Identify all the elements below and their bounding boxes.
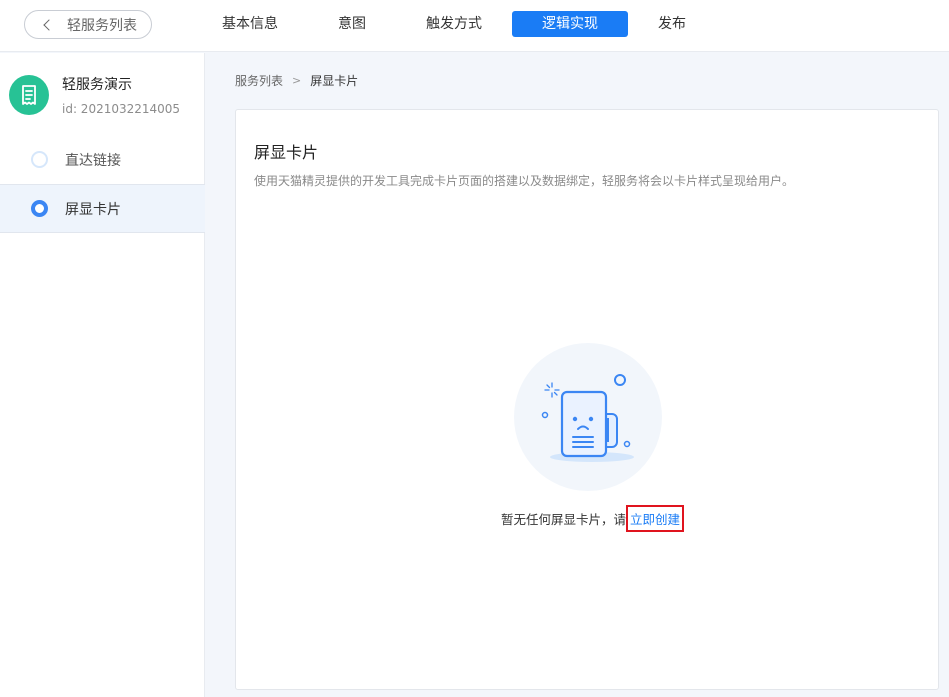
screen-card-panel: 屏显卡片 使用天猫精灵提供的开发工具完成卡片页面的搭建以及数据绑定，轻服务将会以… bbox=[235, 109, 939, 690]
tab-trigger-method[interactable]: 触发方式 bbox=[416, 11, 492, 37]
back-button-label: 轻服务列表 bbox=[67, 17, 137, 34]
breadcrumb-parent-link[interactable]: 服务列表 bbox=[235, 72, 283, 89]
tab-intent[interactable]: 意图 bbox=[314, 11, 390, 37]
create-now-link[interactable]: 立即创建 bbox=[626, 505, 685, 532]
document-icon bbox=[22, 85, 36, 105]
avatar bbox=[9, 75, 49, 115]
tab-basic-info[interactable]: 基本信息 bbox=[212, 11, 288, 37]
empty-state-text: 暂无任何屏显卡片，请 bbox=[501, 512, 627, 527]
top-nav-bar: 轻服务列表 基本信息 意图 触发方式 逻辑实现 发布 bbox=[0, 0, 949, 52]
app-id: id: 2021032214005 bbox=[62, 102, 181, 116]
sidebar-item-direct-link[interactable]: 直达链接 bbox=[0, 135, 205, 184]
empty-state-message: 暂无任何屏显卡片，请 立即创建 bbox=[501, 505, 685, 532]
radio-circle-selected-icon bbox=[31, 200, 48, 217]
tab-logic-implementation[interactable]: 逻辑实现 bbox=[512, 11, 628, 37]
breadcrumb-current: 屏显卡片 bbox=[310, 74, 359, 88]
sidebar-item-screen-card[interactable]: 屏显卡片 bbox=[0, 184, 205, 233]
page-title: 屏显卡片 bbox=[254, 143, 319, 162]
sidebar-item-label: 屏显卡片 bbox=[65, 201, 121, 218]
page-description: 使用天猫精灵提供的开发工具完成卡片页面的搭建以及数据绑定，轻服务将会以卡片样式呈… bbox=[254, 174, 795, 188]
chevron-left-icon bbox=[43, 18, 55, 31]
back-to-service-list-button[interactable]: 轻服务列表 bbox=[24, 10, 152, 39]
sidebar: 轻服务演示 id: 2021032214005 直达链接 屏显卡片 bbox=[0, 53, 205, 697]
tab-publish[interactable]: 发布 bbox=[634, 11, 710, 37]
radio-circle-icon bbox=[31, 151, 48, 168]
breadcrumb: 服务列表 > 屏显卡片 bbox=[235, 72, 358, 89]
app-name: 轻服务演示 bbox=[62, 77, 132, 93]
app-header: 轻服务演示 id: 2021032214005 bbox=[0, 53, 205, 133]
breadcrumb-separator: > bbox=[292, 74, 302, 87]
sidebar-item-label: 直达链接 bbox=[65, 152, 121, 169]
empty-document-icon bbox=[512, 342, 664, 492]
